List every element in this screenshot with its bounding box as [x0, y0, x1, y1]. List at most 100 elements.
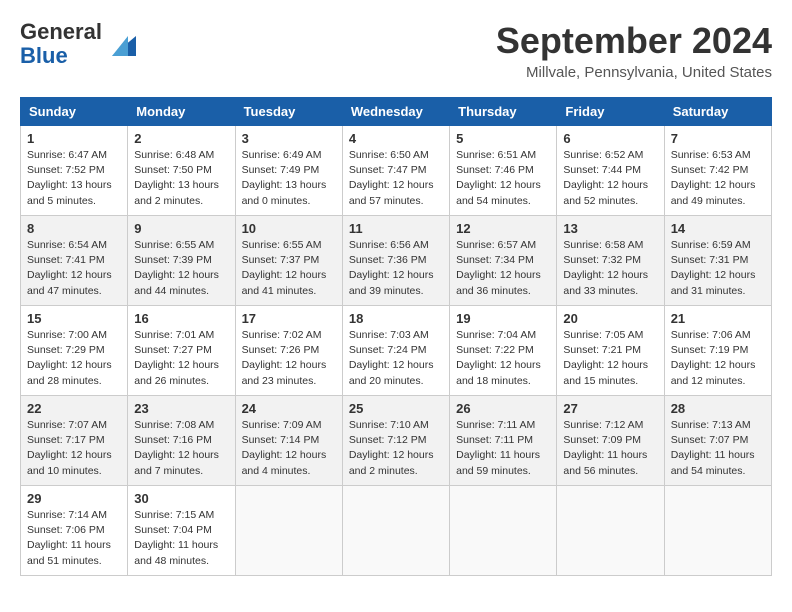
calendar-cell: 18 Sunrise: 7:03 AMSunset: 7:24 PMDayligh… [342, 306, 449, 396]
day-detail: Sunrise: 6:58 AMSunset: 7:32 PMDaylight:… [563, 238, 657, 299]
day-detail: Sunrise: 7:09 AMSunset: 7:14 PMDaylight:… [242, 418, 336, 479]
day-number: 1 [27, 131, 121, 146]
day-detail: Sunrise: 7:07 AMSunset: 7:17 PMDaylight:… [27, 418, 121, 479]
weekday-header-wednesday: Wednesday [342, 98, 449, 126]
calendar-cell: 5 Sunrise: 6:51 AMSunset: 7:46 PMDaylight… [450, 126, 557, 216]
day-number: 11 [349, 221, 443, 236]
logo-blue: Blue [20, 43, 68, 68]
calendar-cell: 27 Sunrise: 7:12 AMSunset: 7:09 PMDayligh… [557, 396, 664, 486]
day-number: 17 [242, 311, 336, 326]
day-number: 5 [456, 131, 550, 146]
logo-icon [106, 26, 142, 62]
calendar-cell: 3Sunrise: 6:49 AMSunset: 7:49 PMDaylight… [235, 126, 342, 216]
day-detail: Sunrise: 7:11 AMSunset: 7:11 PMDaylight:… [456, 418, 550, 479]
calendar-cell: 24 Sunrise: 7:09 AMSunset: 7:14 PMDayligh… [235, 396, 342, 486]
calendar-cell: 6Sunrise: 6:52 AMSunset: 7:44 PMDaylight… [557, 126, 664, 216]
day-detail: Sunrise: 6:49 AMSunset: 7:49 PMDaylight:… [242, 148, 336, 209]
day-detail: Sunrise: 6:55 AMSunset: 7:39 PMDaylight:… [134, 238, 228, 299]
calendar-cell: 2 Sunrise: 6:48 AMSunset: 7:50 PMDaylight… [128, 126, 235, 216]
day-number: 25 [349, 401, 443, 416]
day-detail: Sunrise: 7:02 AMSunset: 7:26 PMDaylight:… [242, 328, 336, 389]
calendar-cell [557, 486, 664, 576]
calendar-cell: 1 Sunrise: 6:47 AMSunset: 7:52 PMDaylight… [21, 126, 128, 216]
day-number: 14 [671, 221, 765, 236]
day-number: 9 [134, 221, 228, 236]
day-detail: Sunrise: 6:47 AMSunset: 7:52 PMDaylight:… [27, 148, 121, 209]
weekday-header-monday: Monday [128, 98, 235, 126]
day-number: 2 [134, 131, 228, 146]
page-header: General Blue September 2024 Millvale, Pe… [20, 20, 772, 81]
day-number: 13 [563, 221, 657, 236]
logo: General Blue [20, 20, 142, 68]
day-number: 8 [27, 221, 121, 236]
location: Millvale, Pennsylvania, United States [496, 64, 772, 81]
day-detail: Sunrise: 6:57 AMSunset: 7:34 PMDaylight:… [456, 238, 550, 299]
calendar-cell: 7Sunrise: 6:53 AMSunset: 7:42 PMDaylight… [664, 126, 771, 216]
day-detail: Sunrise: 7:14 AMSunset: 7:06 PMDaylight:… [27, 508, 121, 569]
day-detail: Sunrise: 7:03 AMSunset: 7:24 PMDaylight:… [349, 328, 443, 389]
logo-general: General [20, 19, 102, 44]
day-number: 30 [134, 491, 228, 506]
day-detail: Sunrise: 6:52 AMSunset: 7:44 PMDaylight:… [563, 148, 657, 209]
day-number: 18 [349, 311, 443, 326]
day-detail: Sunrise: 7:10 AMSunset: 7:12 PMDaylight:… [349, 418, 443, 479]
calendar-cell: 25 Sunrise: 7:10 AMSunset: 7:12 PMDayligh… [342, 396, 449, 486]
weekday-header-tuesday: Tuesday [235, 98, 342, 126]
calendar-cell: 28Sunrise: 7:13 AMSunset: 7:07 PMDayligh… [664, 396, 771, 486]
day-detail: Sunrise: 6:56 AMSunset: 7:36 PMDaylight:… [349, 238, 443, 299]
day-number: 19 [456, 311, 550, 326]
calendar-cell: 10 Sunrise: 6:55 AMSunset: 7:37 PMDayligh… [235, 216, 342, 306]
day-detail: Sunrise: 6:50 AMSunset: 7:47 PMDaylight:… [349, 148, 443, 209]
calendar-cell: 21Sunrise: 7:06 AMSunset: 7:19 PMDayligh… [664, 306, 771, 396]
calendar-week-row: 1 Sunrise: 6:47 AMSunset: 7:52 PMDaylight… [21, 126, 772, 216]
day-detail: Sunrise: 7:12 AMSunset: 7:09 PMDaylight:… [563, 418, 657, 479]
calendar-cell: 29 Sunrise: 7:14 AMSunset: 7:06 PMDayligh… [21, 486, 128, 576]
calendar-cell: 15 Sunrise: 7:00 AMSunset: 7:29 PMDayligh… [21, 306, 128, 396]
calendar-cell [235, 486, 342, 576]
weekday-header-row: SundayMondayTuesdayWednesdayThursdayFrid… [21, 98, 772, 126]
calendar-cell: 19Sunrise: 7:04 AMSunset: 7:22 PMDayligh… [450, 306, 557, 396]
calendar-cell: 23 Sunrise: 7:08 AMSunset: 7:16 PMDayligh… [128, 396, 235, 486]
calendar-cell: 11 Sunrise: 6:56 AMSunset: 7:36 PMDayligh… [342, 216, 449, 306]
day-detail: Sunrise: 7:08 AMSunset: 7:16 PMDaylight:… [134, 418, 228, 479]
day-number: 26 [456, 401, 550, 416]
day-number: 23 [134, 401, 228, 416]
calendar-week-row: 15 Sunrise: 7:00 AMSunset: 7:29 PMDayligh… [21, 306, 772, 396]
day-number: 28 [671, 401, 765, 416]
calendar-cell: 8 Sunrise: 6:54 AMSunset: 7:41 PMDaylight… [21, 216, 128, 306]
calendar-table: SundayMondayTuesdayWednesdayThursdayFrid… [20, 97, 772, 576]
day-number: 20 [563, 311, 657, 326]
calendar-cell: 22Sunrise: 7:07 AMSunset: 7:17 PMDayligh… [21, 396, 128, 486]
day-detail: Sunrise: 6:48 AMSunset: 7:50 PMDaylight:… [134, 148, 228, 209]
day-detail: Sunrise: 6:54 AMSunset: 7:41 PMDaylight:… [27, 238, 121, 299]
day-number: 15 [27, 311, 121, 326]
weekday-header-friday: Friday [557, 98, 664, 126]
day-detail: Sunrise: 6:55 AMSunset: 7:37 PMDaylight:… [242, 238, 336, 299]
day-number: 10 [242, 221, 336, 236]
calendar-cell: 20 Sunrise: 7:05 AMSunset: 7:21 PMDayligh… [557, 306, 664, 396]
calendar-cell: 12 Sunrise: 6:57 AMSunset: 7:34 PMDayligh… [450, 216, 557, 306]
calendar-cell: 26 Sunrise: 7:11 AMSunset: 7:11 PMDayligh… [450, 396, 557, 486]
day-detail: Sunrise: 7:15 AMSunset: 7:04 PMDaylight:… [134, 508, 228, 569]
day-number: 12 [456, 221, 550, 236]
day-detail: Sunrise: 6:51 AMSunset: 7:46 PMDaylight:… [456, 148, 550, 209]
calendar-cell: 16 Sunrise: 7:01 AMSunset: 7:27 PMDayligh… [128, 306, 235, 396]
calendar-cell: 9 Sunrise: 6:55 AMSunset: 7:39 PMDaylight… [128, 216, 235, 306]
calendar-cell: 4 Sunrise: 6:50 AMSunset: 7:47 PMDaylight… [342, 126, 449, 216]
day-detail: Sunrise: 6:53 AMSunset: 7:42 PMDaylight:… [671, 148, 765, 209]
day-detail: Sunrise: 7:00 AMSunset: 7:29 PMDaylight:… [27, 328, 121, 389]
day-detail: Sunrise: 7:01 AMSunset: 7:27 PMDaylight:… [134, 328, 228, 389]
day-number: 4 [349, 131, 443, 146]
calendar-week-row: 22Sunrise: 7:07 AMSunset: 7:17 PMDayligh… [21, 396, 772, 486]
day-number: 24 [242, 401, 336, 416]
day-detail: Sunrise: 7:05 AMSunset: 7:21 PMDaylight:… [563, 328, 657, 389]
day-number: 21 [671, 311, 765, 326]
title-block: September 2024 Millvale, Pennsylvania, U… [496, 20, 772, 81]
day-number: 29 [27, 491, 121, 506]
weekday-header-thursday: Thursday [450, 98, 557, 126]
calendar-cell: 14Sunrise: 6:59 AMSunset: 7:31 PMDayligh… [664, 216, 771, 306]
calendar-week-row: 8 Sunrise: 6:54 AMSunset: 7:41 PMDaylight… [21, 216, 772, 306]
day-number: 16 [134, 311, 228, 326]
day-number: 27 [563, 401, 657, 416]
weekday-header-saturday: Saturday [664, 98, 771, 126]
